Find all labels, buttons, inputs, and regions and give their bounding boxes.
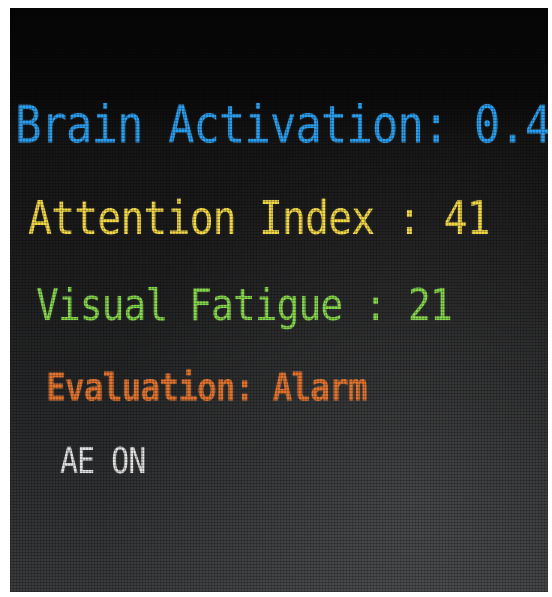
visual-fatigue-readout: Visual Fatigue : 21: [36, 279, 453, 331]
brain-activation-separator: :: [422, 95, 449, 156]
evaluation-readout: Evaluation: Alarm: [46, 365, 368, 410]
visual-fatigue-label: Visual Fatigue: [36, 279, 343, 331]
brain-activation-value: 0.40: [473, 95, 548, 156]
brain-activation-readout: Brain Activation: 0.40: [15, 95, 548, 155]
evaluation-separator: :: [234, 365, 255, 410]
evaluation-label: Evaluation: [46, 365, 236, 410]
brain-activation-label: Brain Activation: [15, 95, 424, 156]
ae-status: AE ON: [60, 440, 146, 483]
photo-frame: Brain Activation: 0.40 Attention Index :…: [0, 0, 552, 597]
attention-index-value: 41: [443, 192, 491, 246]
visual-fatigue-separator: :: [364, 279, 387, 331]
visual-fatigue-value: 21: [407, 279, 453, 331]
attention-index-readout: Attention Index : 41: [28, 192, 491, 246]
evaluation-value: Alarm: [272, 365, 367, 410]
attention-index-separator: :: [397, 192, 421, 246]
attention-index-label: Attention Index: [28, 192, 375, 246]
monitor-screen: Brain Activation: 0.40 Attention Index :…: [10, 8, 548, 592]
